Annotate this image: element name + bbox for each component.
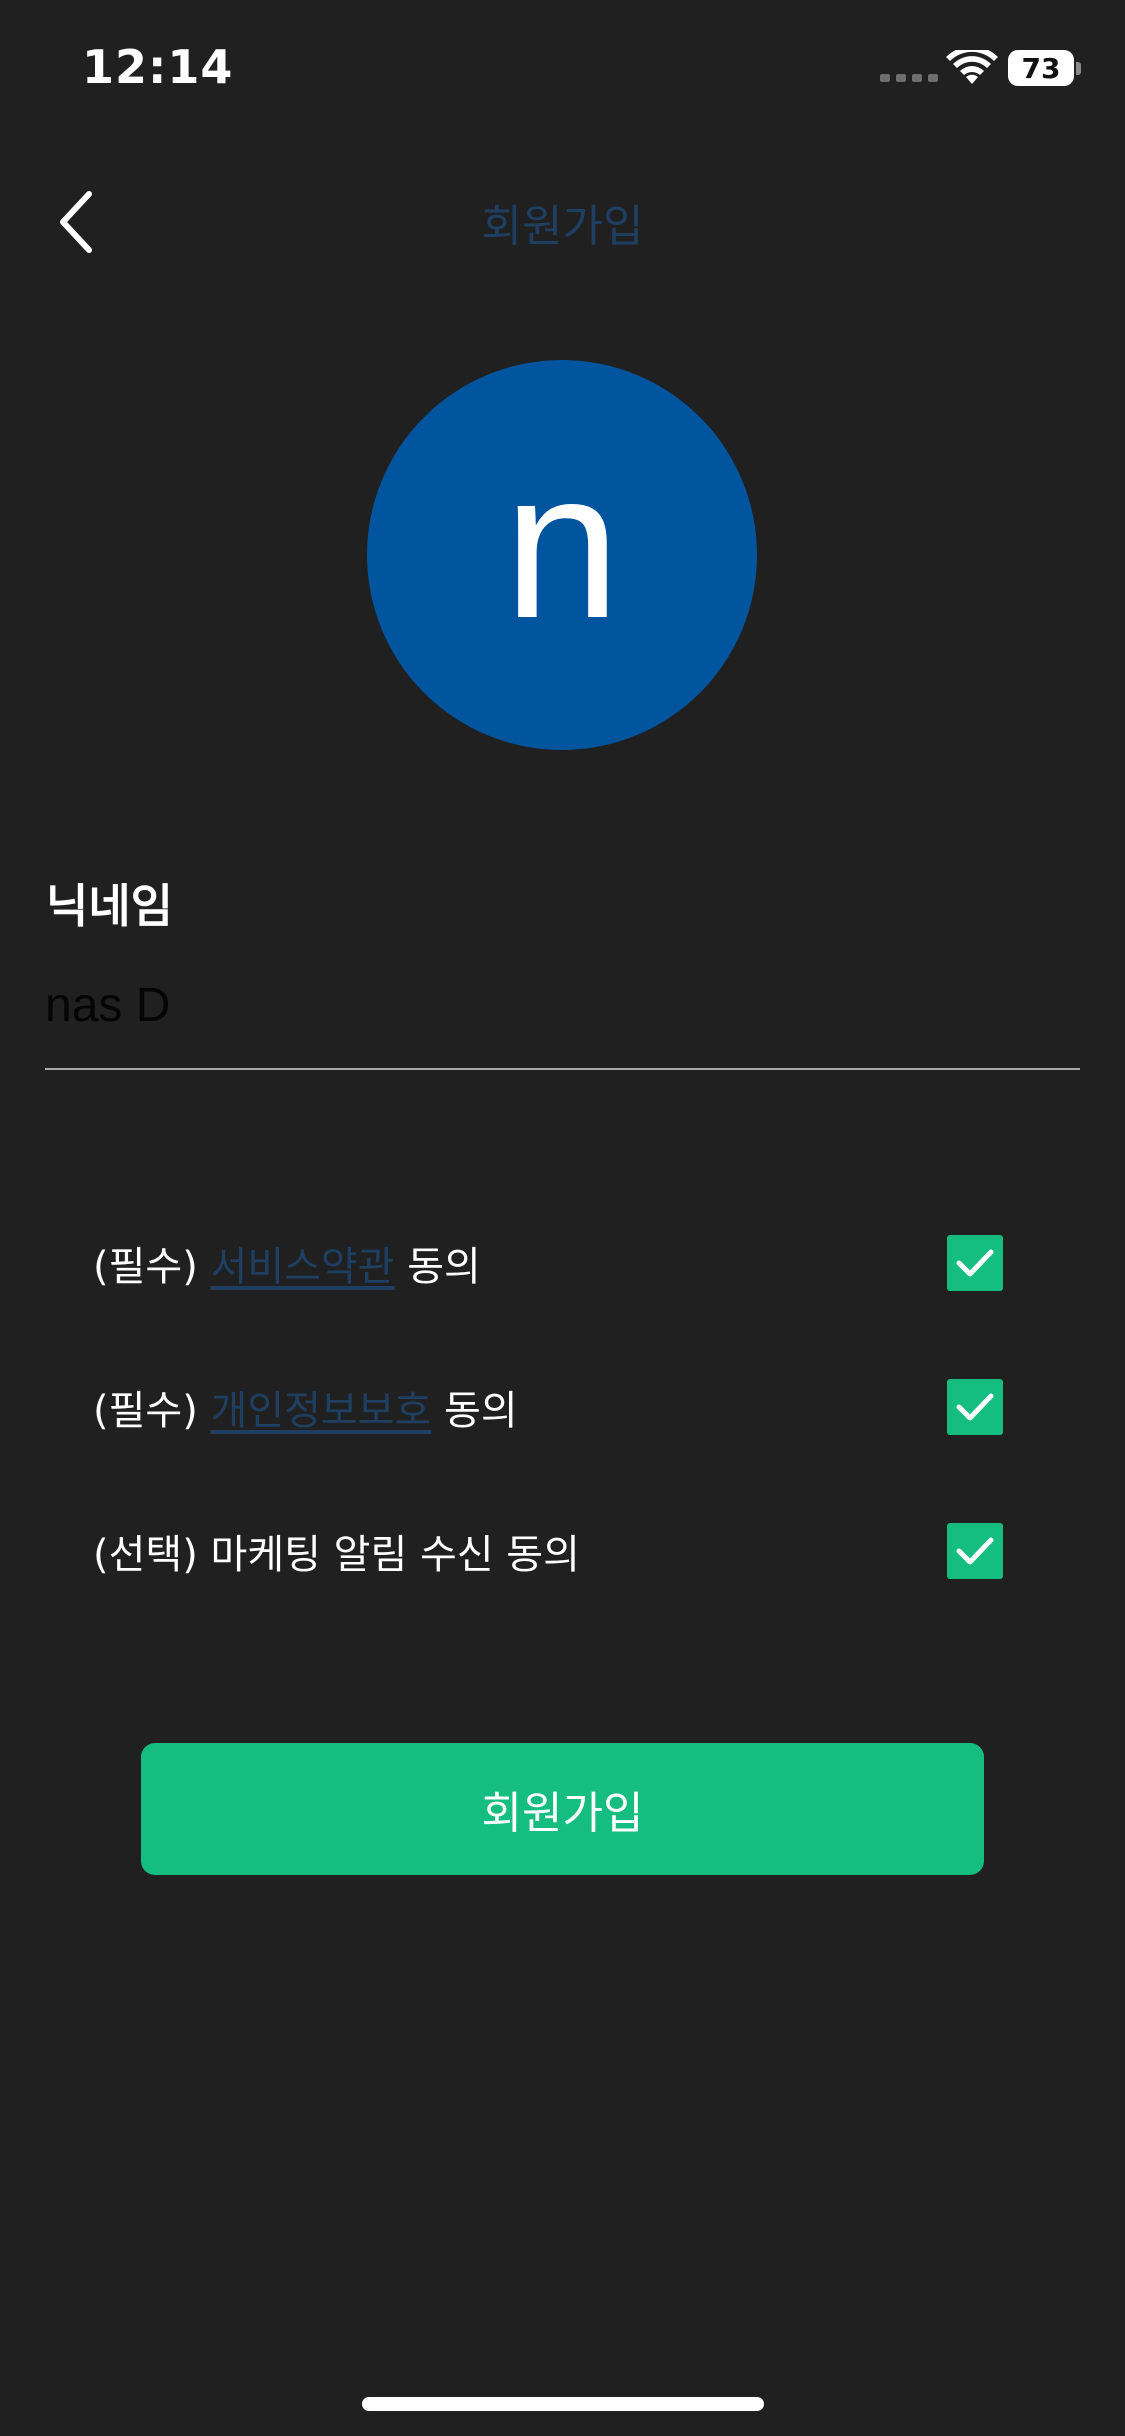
signup-screen: 12:14 73 회원가입 n 닉네임 (필수) 서 [0, 0, 1125, 2436]
signal-dots-icon [880, 74, 938, 82]
agreement-row-privacy[interactable]: (필수) 개인정보보호 동의 [93, 1372, 1003, 1442]
agreement-prefix: (필수) [93, 1388, 211, 1434]
privacy-checkbox[interactable] [947, 1379, 1003, 1435]
agreement-suffix: 동의 [431, 1388, 518, 1434]
marketing-checkbox[interactable] [947, 1523, 1003, 1579]
privacy-policy-link[interactable]: 개인정보보호 [211, 1378, 432, 1436]
signup-button[interactable]: 회원가입 [141, 1743, 984, 1875]
checkmark-icon [956, 1393, 994, 1421]
agreement-suffix: 동의 [394, 1244, 481, 1290]
agreement-row-terms[interactable]: (필수) 서비스약관 동의 [93, 1228, 1003, 1298]
nickname-label: 닉네임 [46, 879, 173, 933]
battery-level: 73 [1021, 51, 1061, 85]
agreement-prefix: (선택) 마케팅 알림 수신 동의 [93, 1532, 580, 1578]
battery-icon: 73 [1008, 50, 1074, 86]
terms-checkbox[interactable] [947, 1235, 1003, 1291]
avatar[interactable]: n [367, 360, 757, 750]
checkmark-icon [956, 1249, 994, 1277]
home-indicator[interactable] [362, 2397, 764, 2411]
agreement-text: (필수) 서비스약관 동의 [93, 1234, 481, 1292]
nickname-input[interactable] [45, 960, 1080, 1070]
agreement-prefix: (필수) [93, 1244, 211, 1290]
agreement-text: (필수) 개인정보보호 동의 [93, 1378, 518, 1436]
status-bar: 12:14 73 [0, 0, 1125, 140]
agreement-text: (선택) 마케팅 알림 수신 동의 [93, 1522, 580, 1580]
avatar-letter: n [503, 427, 621, 662]
battery-cap [1076, 62, 1081, 75]
status-time: 12:14 [82, 40, 234, 94]
page-title: 회원가입 [481, 201, 644, 252]
agreement-row-marketing[interactable]: (선택) 마케팅 알림 수신 동의 [93, 1516, 1003, 1586]
nav-bar: 회원가입 [0, 160, 1125, 280]
terms-of-service-link[interactable]: 서비스약관 [211, 1234, 395, 1292]
wifi-icon [946, 50, 998, 84]
checkmark-icon [956, 1537, 994, 1565]
